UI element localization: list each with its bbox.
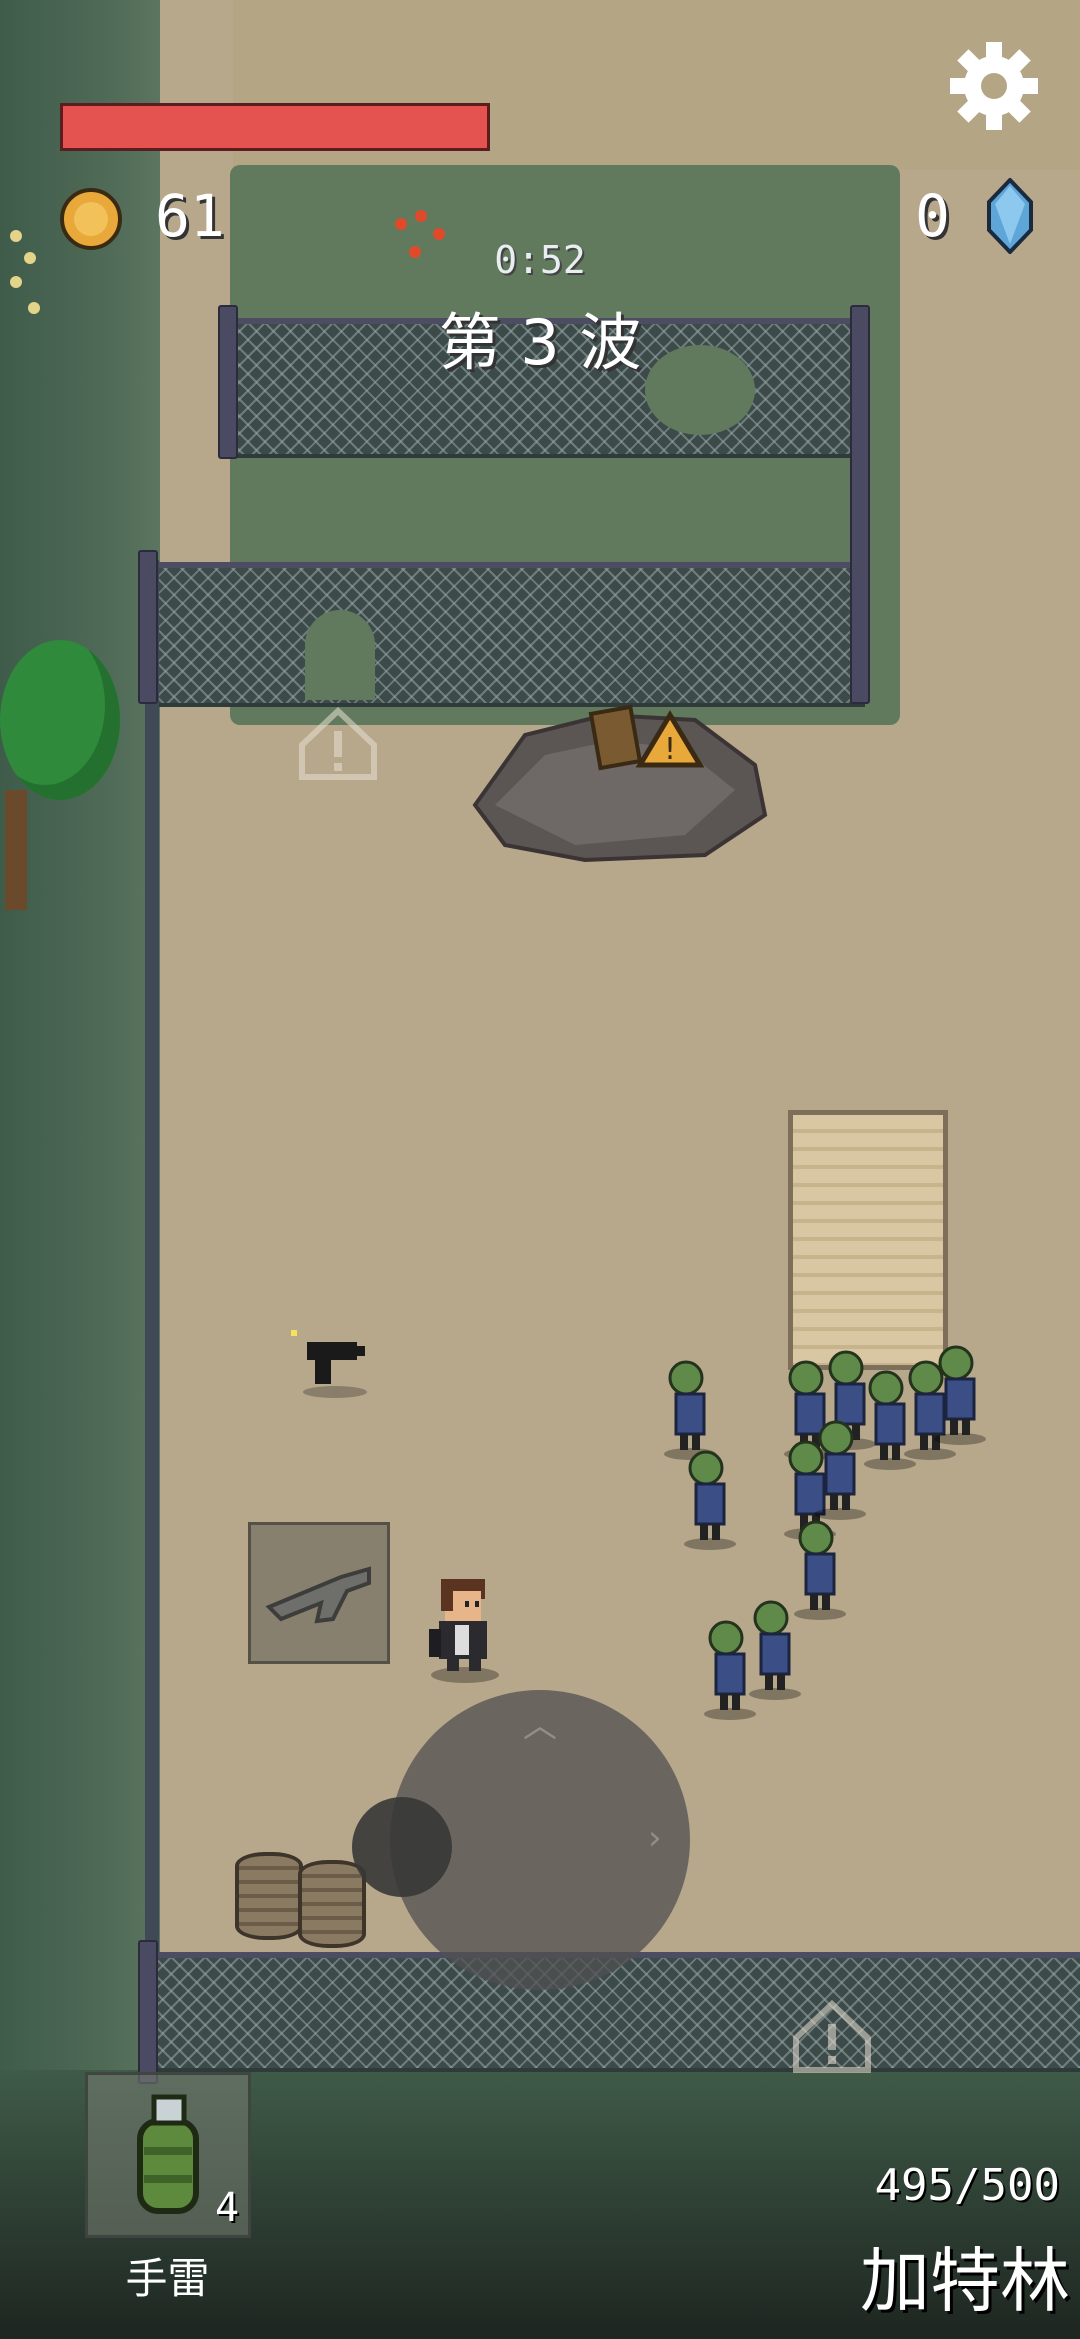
grass-terrain-left <box>0 0 160 2339</box>
barrel <box>235 1852 303 1940</box>
tree-trunk <box>5 790 27 910</box>
ammo-count: 495/500 <box>874 2160 1060 2211</box>
coin-count: 61 <box>155 182 225 250</box>
wooden-crate <box>788 1110 948 1370</box>
tree-canopy <box>0 640 120 800</box>
health-bar <box>60 103 490 151</box>
settings-gear-icon[interactable] <box>948 40 1040 132</box>
fence-post <box>218 305 238 459</box>
fence-post <box>850 305 870 704</box>
barrel <box>298 1860 366 1948</box>
wave-timer: 0:52 <box>494 238 586 282</box>
zombie <box>934 1345 986 1445</box>
fence-post <box>138 1940 158 2084</box>
coin-icon <box>60 188 122 250</box>
gem-icon <box>987 178 1033 254</box>
debris-pile: ! <box>472 704 768 863</box>
zombie <box>684 1450 736 1550</box>
flowers <box>10 230 22 242</box>
joystick-knob[interactable] <box>352 1797 452 1897</box>
health-bar-fill <box>63 106 487 148</box>
zombie <box>749 1600 801 1700</box>
player-character <box>429 1579 499 1683</box>
gem-count: 0 <box>915 182 950 250</box>
fence-post <box>138 550 158 704</box>
svg-text:!: ! <box>664 732 676 767</box>
weapon-name: 加特林 <box>860 2240 1070 2322</box>
wave-label: 第 3 波 <box>438 306 642 379</box>
zombie <box>664 1360 716 1460</box>
warning-icon <box>793 1999 871 2073</box>
grenade-label: 手雷 <box>125 2254 210 2303</box>
zombie <box>814 1420 866 1520</box>
joystick-up-arrow-icon: ︿ <box>523 1706 557 1746</box>
pistol-pickup-icon[interactable] <box>285 1330 375 1400</box>
fence-left-vertical <box>145 560 159 1960</box>
fence-middle <box>145 562 865 707</box>
grenade-count: 4 <box>215 2185 240 2231</box>
flowers <box>395 218 407 230</box>
weapon-swap-button[interactable] <box>248 1522 390 1664</box>
joystick-right-arrow-icon: › <box>648 1818 662 1858</box>
fence-hole <box>305 610 375 700</box>
warning-icon <box>299 706 377 780</box>
shotgun-icon <box>265 1566 371 1624</box>
